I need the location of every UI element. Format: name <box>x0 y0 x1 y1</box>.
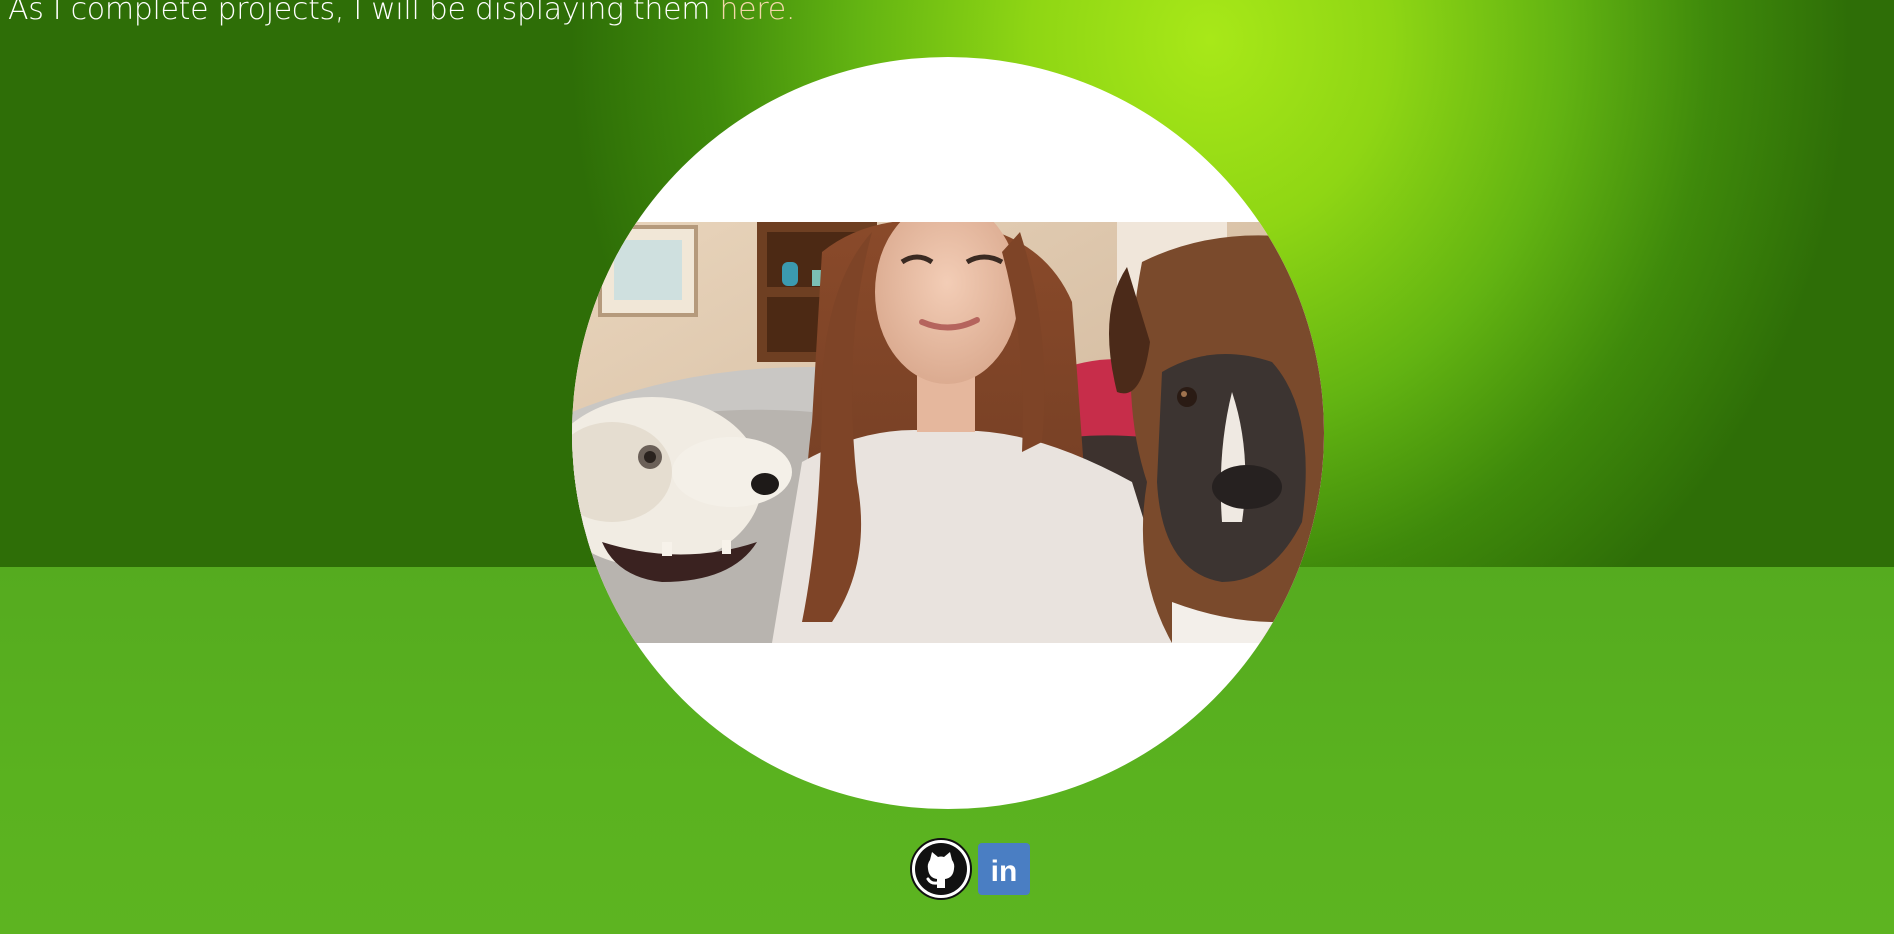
intro-text: As I complete projects, I will be displa… <box>8 0 795 27</box>
github-icon <box>910 838 972 900</box>
linkedin-icon: in <box>978 843 1030 895</box>
linkedin-link[interactable]: in <box>978 843 1030 895</box>
github-link[interactable] <box>910 838 972 900</box>
profile-photo <box>572 222 1324 643</box>
intro-sentence: As I complete projects, I will be displa… <box>8 0 720 27</box>
projects-link[interactable]: here. <box>719 0 795 27</box>
profile-avatar <box>572 57 1324 809</box>
linkedin-text: in <box>991 855 1018 888</box>
social-links: in <box>910 838 1030 900</box>
